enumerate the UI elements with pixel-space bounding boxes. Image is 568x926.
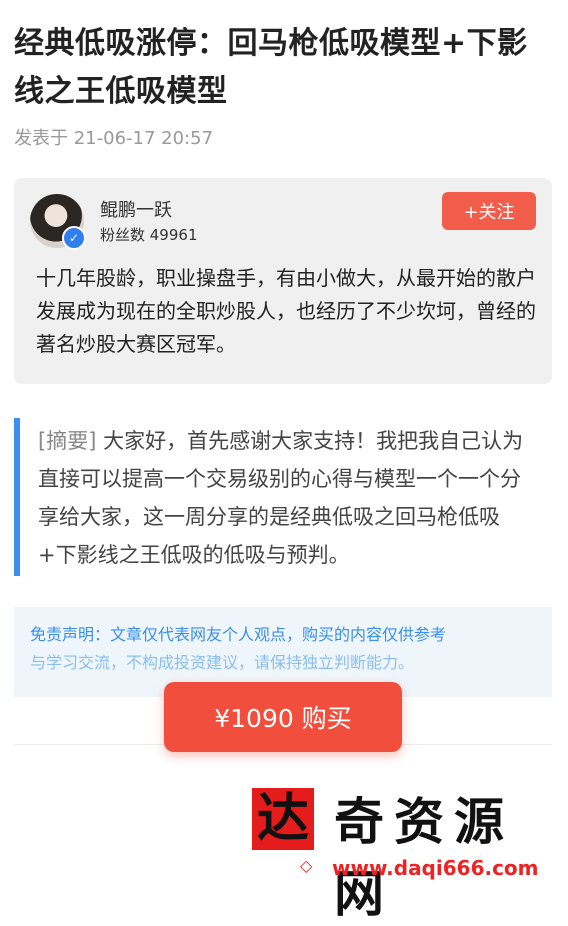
diamond-icon: ◇ [300,856,313,875]
watermark-name: 奇资源网 [334,792,514,923]
disclaimer-line-2: 与学习交流，不构成投资建议，请保持独立判断能力。 [30,653,415,672]
verified-check-icon: ✓ [62,226,86,250]
author-name[interactable]: 鲲鹏一跃 [100,196,172,222]
disclaimer-line-1: 免责声明：文章仅代表网友个人观点，购买的内容仅供参考 [30,625,447,644]
watermark-url: www.daqi666.com [332,856,539,880]
summary-text: 大家好，首先感谢大家支持！我把我自己认为直接可以提高一个交易级别的心得与模型一个… [38,429,524,567]
author-bio: 十几年股龄，职业操盘手，有由小做大，从最开始的散户发展成为现在的全职炒股人，也经… [36,266,536,356]
buy-button[interactable]: ¥1090 购买 [164,682,402,752]
article-title: 经典低吸涨停：回马枪低吸模型+下影线之王低吸模型 [14,26,528,109]
summary-tag: [摘要] [38,429,97,453]
author-card: ✓ 鲲鹏一跃 粉丝数 49961 +关注 十几年股龄，职业操盘手，有由小做大，从… [14,178,552,384]
follow-button[interactable]: +关注 [442,192,536,230]
fans-count: 粉丝数 49961 [100,226,198,244]
site-watermark: 达 奇资源网 ◇ www.daqi666.com [248,778,568,923]
watermark-logo: 达 [252,788,314,850]
article-summary: [摘要] 大家好，首先感谢大家支持！我把我自己认为直接可以提高一个交易级别的心得… [14,418,534,576]
publish-date: 发表于 21-06-17 20:57 [14,128,214,149]
